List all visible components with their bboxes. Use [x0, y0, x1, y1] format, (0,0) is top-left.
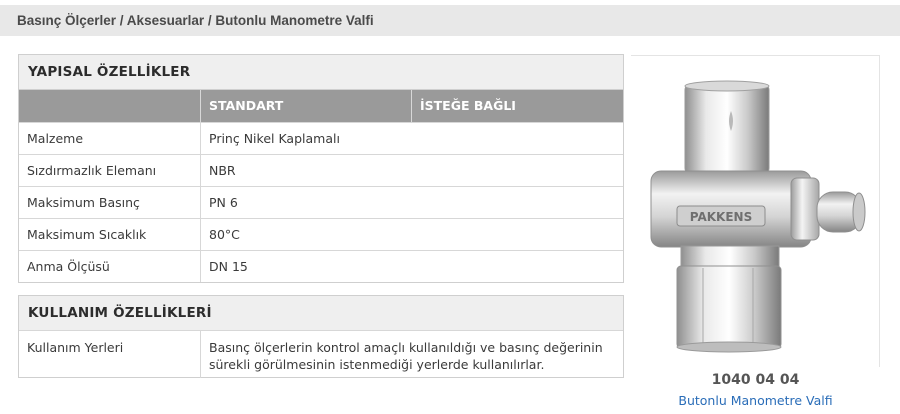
table-row: Maksimum Sıcaklık 80°C — [19, 218, 623, 250]
usage-description: Basınç ölçerlerin kontrol amaçlı kullanı… — [200, 331, 623, 378]
table-row: Sızdırmazlık Elemanı NBR — [19, 154, 623, 186]
product-image-box[interactable]: PAKKENS — [631, 55, 880, 367]
engraving-text: PAKKENS — [690, 210, 752, 224]
product-code: 1040 04 04 — [711, 372, 800, 388]
breadcrumb[interactable]: Basınç Ölçerler / Aksesuarlar / Butonlu … — [0, 5, 900, 36]
row-standard-value: PN 6 — [200, 187, 623, 218]
row-label: Malzeme — [27, 131, 84, 146]
valve-product-image: PAKKENS — [650, 80, 866, 353]
structural-features-panel: YAPISAL ÖZELLİKLER STANDART İSTEĞE BAĞLI… — [18, 54, 624, 283]
row-label: Maksimum Basınç — [27, 195, 140, 210]
usage-label: Kullanım Yerleri — [27, 340, 124, 355]
spec-table-header: STANDART İSTEĞE BAĞLI — [19, 89, 623, 122]
row-label: Sızdırmazlık Elemanı — [27, 163, 157, 178]
table-row: Maksimum Basınç PN 6 — [19, 186, 623, 218]
header-optional: İSTEĞE BAĞLI — [411, 90, 623, 122]
row-label: Anma Ölçüsü — [27, 259, 110, 274]
table-row: Kullanım Yerleri Basınç ölçerlerin kontr… — [19, 330, 623, 378]
row-label: Maksimum Sıcaklık — [27, 227, 147, 242]
table-row: Anma Ölçüsü DN 15 — [19, 250, 623, 282]
structural-features-title: YAPISAL ÖZELLİKLER — [19, 55, 623, 89]
row-standard-value: DN 15 — [200, 251, 623, 282]
usage-text-line: Basınç ölçerlerin kontrol amaçlı kullanı… — [209, 340, 603, 355]
header-empty — [19, 90, 200, 122]
usage-text-line: sürekli görülmesinin istenmediği yerlerd… — [209, 357, 545, 372]
product-name-link[interactable]: Butonlu Manometre Valfi — [631, 393, 880, 408]
header-standard: STANDART — [200, 90, 411, 122]
row-standard-value: Prinç Nikel Kaplamalı — [200, 123, 623, 154]
row-standard-value: 80°C — [200, 219, 623, 250]
usage-features-title: KULLANIM ÖZELLİKLERİ — [19, 296, 623, 330]
table-row: Malzeme Prinç Nikel Kaplamalı — [19, 122, 623, 154]
row-standard-value: NBR — [200, 155, 623, 186]
usage-features-panel: KULLANIM ÖZELLİKLERİ Kullanım Yerleri Ba… — [18, 295, 624, 378]
